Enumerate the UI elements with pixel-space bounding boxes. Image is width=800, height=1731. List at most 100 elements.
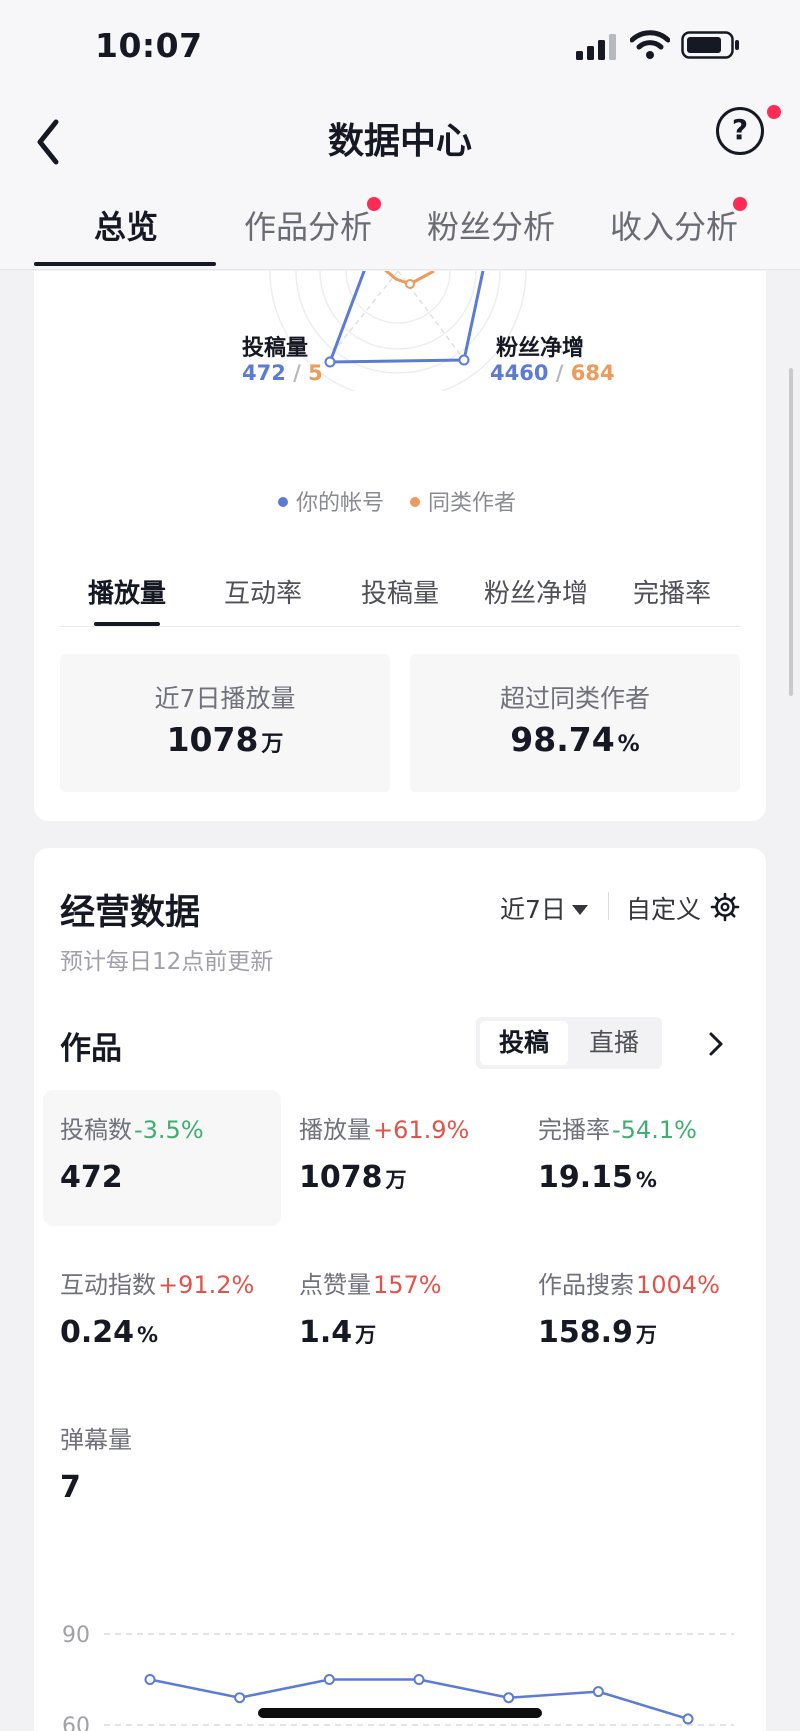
metric-change: -3.5% <box>134 1116 204 1144</box>
metric-label: 互动指数+91.2% <box>60 1265 254 1300</box>
metric-change: 157% <box>373 1271 442 1299</box>
help-button[interactable]: ? <box>716 107 764 155</box>
radar-left-peer-value: 5 <box>308 361 323 385</box>
data-point[interactable] <box>323 1674 335 1685</box>
data-point[interactable] <box>144 1674 156 1685</box>
status-time: 10:07 <box>95 26 203 65</box>
metric-value-number: 19.15 <box>538 1160 633 1195</box>
metric-change: -54.1% <box>612 1116 697 1144</box>
legend-peer-label: 同类作者 <box>428 491 517 516</box>
metric-posts-count[interactable]: 投稿数-3.5% 472 <box>43 1090 281 1226</box>
status-bar: 10:07 <box>0 0 800 90</box>
metric-change: +61.9% <box>373 1116 470 1144</box>
metric-completion-rate[interactable]: 完播率-54.1% 19.15% <box>521 1090 759 1226</box>
metric-label-text: 互动指数 <box>60 1271 156 1299</box>
metric-value-unit: 万 <box>355 1323 377 1347</box>
period-select-value: 近7日 <box>500 895 566 924</box>
metric-tab-net-fans[interactable]: 粉丝净增 <box>484 573 588 610</box>
content-type-toggle: 投稿 直播 <box>476 1017 662 1069</box>
radar-right-separator: / <box>555 361 564 385</box>
metric-label: 点赞量157% <box>299 1265 442 1300</box>
radar-chart <box>269 271 527 391</box>
divider <box>60 626 740 627</box>
metric-engagement-index[interactable]: 互动指数+91.2% 0.24% <box>43 1245 281 1381</box>
data-point[interactable] <box>234 1692 246 1704</box>
metric-value-unit: 万 <box>385 1168 407 1192</box>
stat-7day-plays: 近7日播放量 1078 万 <box>60 654 390 792</box>
metric-change: +91.2% <box>158 1271 255 1299</box>
tab-income-analysis[interactable]: 收入分析 <box>610 202 738 248</box>
operating-data-card: 经营数据 预计每日12点前更新 近7日 自定义 作品 投稿 直播 投稿数-3.5… <box>34 848 766 1731</box>
stat-7day-plays-value: 1078 万 <box>60 720 390 759</box>
metric-value: 7 <box>60 1470 81 1505</box>
data-point[interactable] <box>682 1713 694 1725</box>
wifi-icon <box>630 30 670 59</box>
section-subtitle: 预计每日12点前更新 <box>60 949 274 975</box>
cellular-signal-icon <box>576 34 616 60</box>
metric-label: 播放量+61.9% <box>299 1110 469 1145</box>
radar-right-axis-values: 4460 / 684 <box>490 361 615 385</box>
stat-7day-plays-number: 1078 <box>166 720 259 759</box>
metric-value: 0.24% <box>60 1315 158 1350</box>
metric-label: 投稿数-3.5% <box>60 1110 204 1145</box>
metric-value-number: 1078 <box>299 1160 383 1195</box>
data-point[interactable] <box>592 1686 604 1698</box>
radar-right-peer-value: 684 <box>570 361 615 385</box>
metric-label-text: 完播率 <box>538 1116 610 1144</box>
customize-button[interactable]: 自定义 <box>626 890 701 926</box>
stat-beat-peers-value: 98.74% <box>410 720 740 759</box>
metric-value: 1078 万 <box>299 1160 407 1195</box>
stat-beat-peers-unit: % <box>617 732 640 757</box>
metric-label-text: 点赞量 <box>299 1271 371 1299</box>
metric-value-unit: % <box>137 1323 159 1347</box>
metric-value-number: 472 <box>60 1160 123 1195</box>
metric-tab-posts[interactable]: 投稿量 <box>361 573 439 610</box>
stat-beat-peers-label: 超过同类作者 <box>499 684 650 713</box>
y-tick-label: 60 <box>62 1714 90 1731</box>
stat-7day-plays-label: 近7日播放量 <box>154 684 296 713</box>
segment-live[interactable]: 直播 <box>570 1021 658 1065</box>
chevron-right-icon[interactable] <box>706 1030 726 1058</box>
metric-likes[interactable]: 点赞量157% 1.4 万 <box>282 1245 520 1381</box>
data-point[interactable] <box>503 1692 515 1704</box>
radar-left-mine-value: 472 <box>242 361 286 385</box>
data-point[interactable] <box>413 1674 425 1685</box>
metric-tab-engagement[interactable]: 互动率 <box>224 573 302 610</box>
metric-value-number: 7 <box>60 1470 81 1505</box>
page-title: 数据中心 <box>327 121 472 162</box>
metric-label-text: 弹幕量 <box>60 1426 132 1454</box>
radar-left-axis-label: 投稿量 <box>242 336 309 361</box>
gear-icon[interactable] <box>710 892 740 922</box>
metric-tab-completion[interactable]: 完播率 <box>633 573 711 610</box>
tab-overview[interactable]: 总览 <box>94 202 158 248</box>
legend-mine-swatch <box>278 497 288 507</box>
tab-works-analysis[interactable]: 作品分析 <box>244 202 372 248</box>
metric-tab-plays[interactable]: 播放量 <box>88 573 166 610</box>
home-indicator[interactable] <box>258 1708 542 1718</box>
radar-left-separator: / <box>293 361 301 385</box>
legend-mine-label: 你的帐号 <box>296 491 385 516</box>
metric-value-number: 1.4 <box>299 1315 353 1350</box>
segment-posts[interactable]: 投稿 <box>480 1021 568 1065</box>
metric-change: 1004% <box>636 1271 720 1299</box>
radar-right-axis-label: 粉丝净增 <box>496 336 585 361</box>
metric-value-number: 0.24 <box>60 1315 135 1350</box>
stat-beat-peers-number: 98.74 <box>510 720 615 759</box>
legend-peer-swatch <box>410 497 420 507</box>
metric-danmaku-count[interactable]: 弹幕量 7 <box>43 1400 281 1536</box>
stat-beat-peers: 超过同类作者 98.74% <box>410 654 740 792</box>
radar-left-axis-values: 472 / 5 <box>242 361 323 385</box>
metric-value: 1.4 万 <box>299 1315 376 1350</box>
scrollbar[interactable] <box>789 368 793 696</box>
tab-income-analysis-badge <box>733 197 747 211</box>
period-select[interactable]: 近7日 <box>500 890 588 926</box>
y-tick-label: 90 <box>62 1623 90 1648</box>
stat-7day-plays-unit: 万 <box>261 732 284 757</box>
metric-label-text: 作品搜索 <box>538 1271 634 1299</box>
metric-plays[interactable]: 播放量+61.9% 1078 万 <box>282 1090 520 1226</box>
active-tab-indicator <box>34 262 216 266</box>
legend-peer: 同类作者 <box>410 485 516 517</box>
metric-value: 19.15% <box>538 1160 657 1195</box>
tab-fans-analysis[interactable]: 粉丝分析 <box>427 202 555 248</box>
metric-works-search[interactable]: 作品搜索1004% 158.9 万 <box>521 1245 759 1381</box>
